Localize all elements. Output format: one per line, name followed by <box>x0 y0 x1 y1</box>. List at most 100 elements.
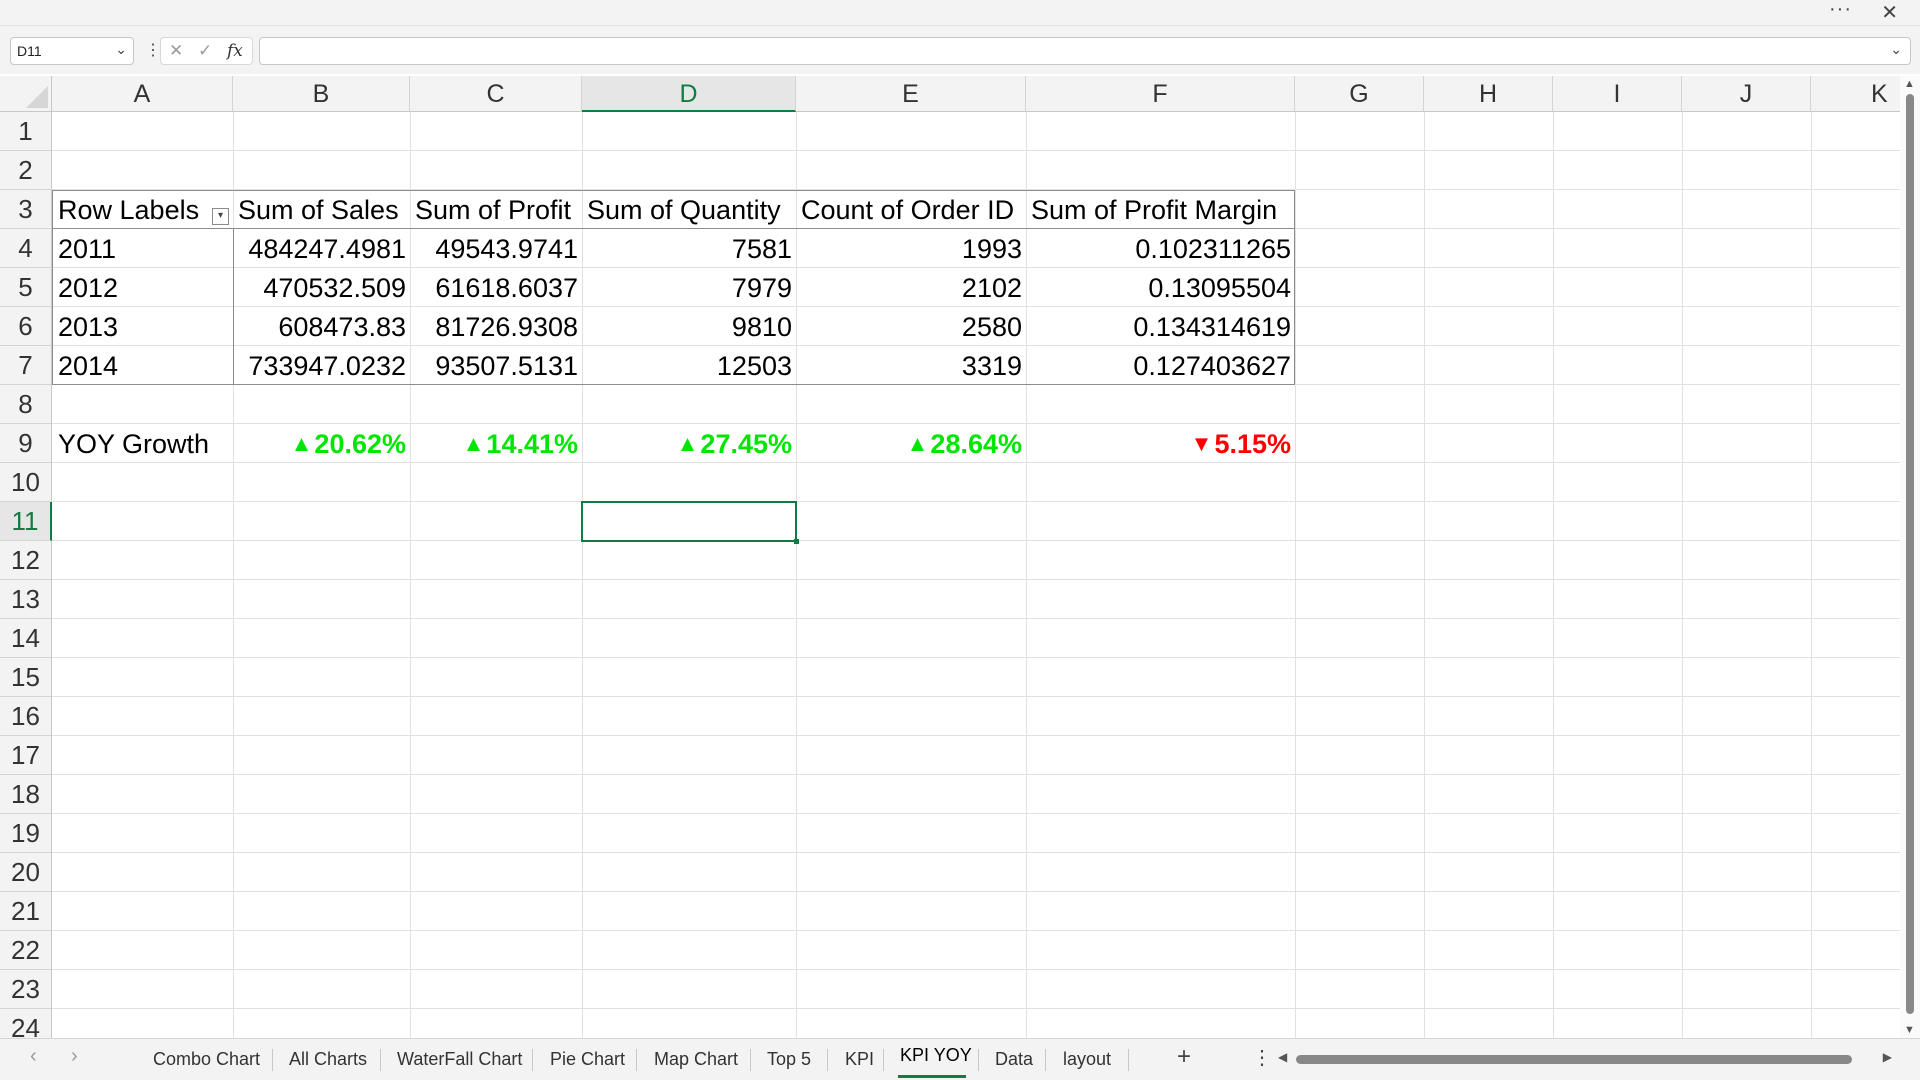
pivot-value-order-count[interactable]: 2580 <box>796 308 1022 346</box>
yoy-growth-sales[interactable]: ▲20.62% <box>233 425 406 463</box>
row-header-2[interactable]: 2 <box>0 151 52 190</box>
pivot-header-order-count[interactable]: Count of Order ID <box>801 191 1014 229</box>
row-header-6[interactable]: 6 <box>0 307 52 346</box>
pivot-value-profit[interactable]: 61618.6037 <box>410 269 578 307</box>
yoy-growth-order-count[interactable]: ▲28.64% <box>796 425 1022 463</box>
pivot-value-profit-margin[interactable]: 0.13095504 <box>1026 269 1291 307</box>
row-header-18[interactable]: 18 <box>0 775 52 814</box>
column-header-b[interactable]: B <box>233 76 410 112</box>
pivot-value-profit[interactable]: 93507.5131 <box>410 347 578 385</box>
pivot-value-order-count[interactable]: 2102 <box>796 269 1022 307</box>
pivot-value-sales[interactable]: 470532.509 <box>233 269 406 307</box>
enter-icon[interactable]: ✓ <box>198 41 212 61</box>
next-sheet-icon[interactable]: › <box>71 1045 78 1068</box>
vertical-scrollbar[interactable]: ▲ ▼ <box>1900 76 1920 1038</box>
formula-input[interactable]: ⌄ <box>259 37 1911 65</box>
yoy-growth-profit[interactable]: ▲14.41% <box>410 425 578 463</box>
pivot-row-label[interactable]: 2011 <box>58 230 116 268</box>
pivot-value-quantity[interactable]: 9810 <box>582 308 792 346</box>
tab-top-5[interactable]: Top 5 <box>767 1049 811 1070</box>
tab-kpi-yoy[interactable]: KPI YOY <box>900 1045 972 1066</box>
pivot-value-quantity[interactable]: 12503 <box>582 347 792 385</box>
row-header-3[interactable]: 3 <box>0 190 52 229</box>
pivot-value-quantity[interactable]: 7581 <box>582 230 792 268</box>
row-header-20[interactable]: 20 <box>0 853 52 892</box>
row-header-4[interactable]: 4 <box>0 229 52 268</box>
tab-data[interactable]: Data <box>995 1049 1033 1070</box>
filter-dropdown-icon[interactable]: ▾ <box>212 208 229 225</box>
horizontal-scroll-thumb[interactable] <box>1296 1055 1852 1064</box>
pivot-value-profit-margin[interactable]: 0.102311265 <box>1026 230 1291 268</box>
pivot-value-quantity[interactable]: 7979 <box>582 269 792 307</box>
pivot-row-label[interactable]: 2014 <box>58 347 118 385</box>
fill-handle[interactable] <box>794 539 799 544</box>
add-sheet-icon[interactable]: + <box>1177 1043 1191 1071</box>
row-header-1[interactable]: 1 <box>0 112 52 151</box>
tab-kpi[interactable]: KPI <box>845 1049 874 1070</box>
column-header-g[interactable]: G <box>1295 76 1424 112</box>
pivot-header-profit[interactable]: Sum of Profit <box>415 191 571 229</box>
chevron-down-icon[interactable]: ⌄ <box>115 41 127 58</box>
yoy-growth-quantity[interactable]: ▲27.45% <box>582 425 792 463</box>
pivot-value-sales[interactable]: 608473.83 <box>233 308 406 346</box>
pivot-value-profit[interactable]: 81726.9308 <box>410 308 578 346</box>
scroll-left-icon[interactable]: ◀ <box>1278 1050 1287 1064</box>
pivot-value-profit-margin[interactable]: 0.134314619 <box>1026 308 1291 346</box>
row-header-15[interactable]: 15 <box>0 658 52 697</box>
tab-pie-chart[interactable]: Pie Chart <box>550 1049 625 1070</box>
scroll-right-icon[interactable]: ▶ <box>1883 1050 1892 1064</box>
worksheet-grid[interactable]: A B C D E F G H I J K 1 2 3 4 5 6 7 8 9 … <box>0 76 1900 1038</box>
pivot-value-sales[interactable]: 733947.0232 <box>233 347 406 385</box>
tab-map-chart[interactable]: Map Chart <box>654 1049 738 1070</box>
pivot-header-quantity[interactable]: Sum of Quantity <box>587 191 781 229</box>
cancel-icon[interactable]: ✕ <box>169 41 183 61</box>
active-cell-d11[interactable] <box>581 501 797 542</box>
close-icon[interactable]: ✕ <box>1881 0 1898 25</box>
tab-waterfall-chart[interactable]: WaterFall Chart <box>397 1049 522 1070</box>
row-header-5[interactable]: 5 <box>0 268 52 307</box>
tab-combo-chart[interactable]: Combo Chart <box>153 1049 260 1070</box>
pivot-header-row-labels[interactable]: Row Labels <box>58 191 199 229</box>
column-header-f[interactable]: F <box>1026 76 1295 112</box>
row-header-12[interactable]: 12 <box>0 541 52 580</box>
horizontal-scrollbar[interactable]: ◀ ▶ <box>1278 1049 1892 1069</box>
pivot-row-label[interactable]: 2013 <box>58 308 118 346</box>
previous-sheet-icon[interactable]: ‹ <box>30 1045 37 1068</box>
pivot-value-sales[interactable]: 484247.4981 <box>233 230 406 268</box>
column-header-j[interactable]: J <box>1682 76 1811 112</box>
formula-bar-grip-icon[interactable]: ⋮ <box>145 40 161 60</box>
scroll-up-icon[interactable]: ▲ <box>1904 78 1915 90</box>
pivot-value-profit[interactable]: 49543.9741 <box>410 230 578 268</box>
row-header-13[interactable]: 13 <box>0 580 52 619</box>
pivot-header-sales[interactable]: Sum of Sales <box>238 191 399 229</box>
pivot-value-order-count[interactable]: 1993 <box>796 230 1022 268</box>
row-header-10[interactable]: 10 <box>0 463 52 502</box>
pivot-value-profit-margin[interactable]: 0.127403627 <box>1026 347 1291 385</box>
row-header-19[interactable]: 19 <box>0 814 52 853</box>
tab-layout[interactable]: layout <box>1063 1049 1111 1070</box>
row-header-14[interactable]: 14 <box>0 619 52 658</box>
select-all-button[interactable] <box>0 76 52 112</box>
row-header-9[interactable]: 9 <box>0 424 52 463</box>
pivot-header-profit-margin[interactable]: Sum of Profit Margin <box>1031 191 1277 229</box>
more-options-icon[interactable]: ··· <box>1829 0 1852 21</box>
pivot-value-order-count[interactable]: 3319 <box>796 347 1022 385</box>
name-box[interactable]: D11 ⌄ <box>10 37 134 65</box>
column-header-d[interactable]: D <box>582 76 796 112</box>
row-header-24[interactable]: 24 <box>0 1009 52 1038</box>
column-header-h[interactable]: H <box>1424 76 1553 112</box>
insert-function-icon[interactable]: fx <box>227 41 243 61</box>
row-header-21[interactable]: 21 <box>0 892 52 931</box>
yoy-growth-profit-margin[interactable]: ▼5.15% <box>1026 425 1291 463</box>
vertical-scroll-thumb[interactable] <box>1906 94 1914 1014</box>
row-header-11[interactable]: 11 <box>0 502 52 541</box>
row-header-7[interactable]: 7 <box>0 346 52 385</box>
scroll-down-icon[interactable]: ▼ <box>1904 1024 1915 1036</box>
column-header-k[interactable]: K <box>1811 76 1900 112</box>
row-header-16[interactable]: 16 <box>0 697 52 736</box>
column-header-c[interactable]: C <box>410 76 582 112</box>
pivot-row-label[interactable]: 2012 <box>58 269 118 307</box>
row-header-8[interactable]: 8 <box>0 385 52 424</box>
column-header-e[interactable]: E <box>796 76 1026 112</box>
expand-formula-icon[interactable]: ⌄ <box>1890 41 1902 58</box>
